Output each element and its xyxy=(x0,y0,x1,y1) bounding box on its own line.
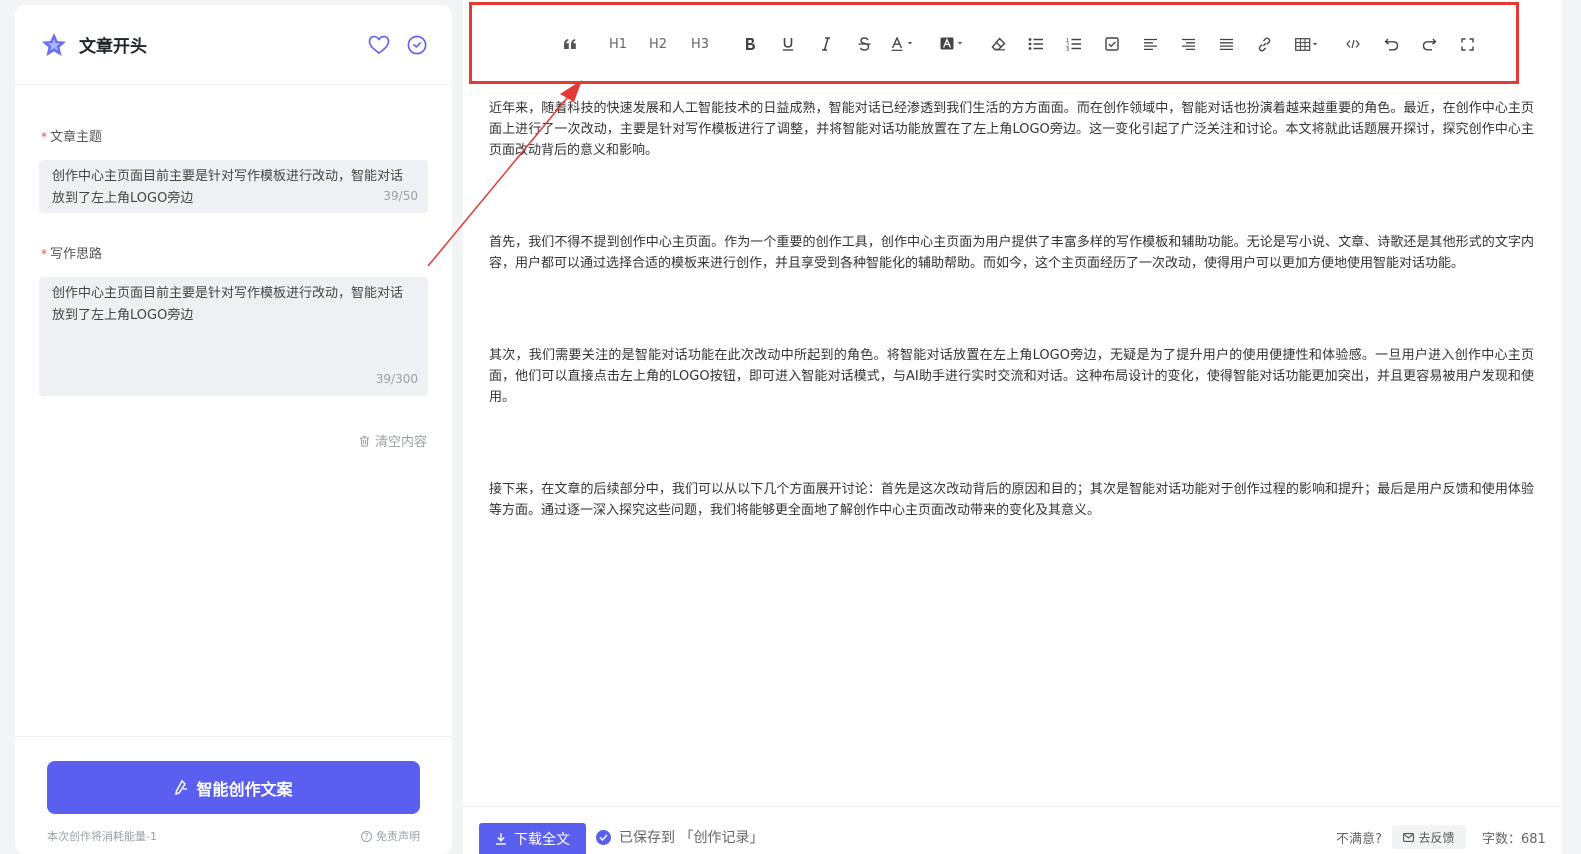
bullet-list-icon[interactable] xyxy=(1026,30,1046,58)
checkbox-icon[interactable] xyxy=(1102,30,1122,58)
italic-icon[interactable] xyxy=(816,30,836,58)
dissatisfied-label: 不满意? xyxy=(1336,832,1382,847)
question-icon: ? xyxy=(361,830,372,842)
link-icon[interactable] xyxy=(1254,30,1274,58)
disclaimer-label: 免责声明 xyxy=(376,830,420,843)
clear-content-button[interactable]: 清空内容 xyxy=(359,431,427,450)
mail-icon xyxy=(1403,832,1415,842)
generate-button[interactable]: 智能创作文案 xyxy=(47,761,420,814)
quote-icon[interactable] xyxy=(560,30,580,58)
clear-label: 清空内容 xyxy=(374,435,427,450)
paragraph: 其次，我们需要关注的是智能对话功能在此次改动中所起到的角色。将智能对话放置在左上… xyxy=(489,348,1534,405)
panel-header: 文章开头 xyxy=(15,5,452,85)
saved-status: 已保存到 「创作记录」 xyxy=(596,827,763,847)
background-color-icon[interactable] xyxy=(940,30,966,58)
divider xyxy=(15,736,452,737)
fullscreen-icon[interactable] xyxy=(1457,30,1477,58)
magic-pen-icon xyxy=(175,779,188,795)
paragraph: 首先，我们不得不提到创作中心主页面。作为一个重要的创作工具，创作中心主页面为用户… xyxy=(489,235,1534,271)
code-icon[interactable] xyxy=(1343,30,1363,58)
bold-icon[interactable] xyxy=(740,30,760,58)
align-right-icon[interactable] xyxy=(1178,30,1198,58)
idea-value: 创作中心主页面目前主要是针对写作模板进行改动，智能对话放到了左上角LOGO旁边 xyxy=(52,286,404,323)
h3-button[interactable]: H3 xyxy=(680,30,720,58)
h2-button[interactable]: H2 xyxy=(638,30,678,58)
topic-counter: 39/50 xyxy=(383,189,418,203)
justify-icon[interactable] xyxy=(1216,30,1236,58)
editor-toolbar: H1 H2 H3 123 xyxy=(560,30,1477,58)
table-icon[interactable] xyxy=(1294,30,1322,58)
editor-content[interactable]: 近年来，随着科技的快速发展和人工智能技术的日益成熟，智能对话已经渗透到我们生活的… xyxy=(489,98,1534,592)
divider xyxy=(463,806,1562,807)
download-button[interactable]: 下载全文 xyxy=(479,823,586,854)
eraser-icon[interactable] xyxy=(988,30,1008,58)
star-logo-icon xyxy=(39,30,69,60)
feedback-label: 去反馈 xyxy=(1418,830,1455,845)
check-icon xyxy=(596,829,611,845)
required-mark: * xyxy=(41,247,47,261)
underline-icon[interactable] xyxy=(778,30,798,58)
heart-icon[interactable] xyxy=(368,34,390,56)
download-label: 下载全文 xyxy=(514,831,570,848)
required-mark: * xyxy=(41,130,47,144)
topic-label-text: 文章主题 xyxy=(50,130,103,145)
idea-label: * 写作思路 xyxy=(41,243,102,262)
scrollbar[interactable] xyxy=(1562,0,1581,854)
idea-label-text: 写作思路 xyxy=(50,247,103,262)
topic-input[interactable]: 创作中心主页面目前主要是针对写作模板进行改动，智能对话放到了左上角LOGO旁边 … xyxy=(39,160,428,213)
generate-label: 智能创作文案 xyxy=(196,779,293,799)
font-color-icon[interactable] xyxy=(890,30,916,58)
feedback-button[interactable]: 去反馈 xyxy=(1392,825,1466,849)
paragraph: 近年来，随着科技的快速发展和人工智能技术的日益成熟，智能对话已经渗透到我们生活的… xyxy=(489,101,1534,158)
trash-icon xyxy=(359,435,369,447)
word-count: 字数：681 xyxy=(1482,832,1546,847)
disclaimer-link[interactable]: ? 免责声明 xyxy=(361,828,420,844)
download-icon xyxy=(496,833,506,845)
strikethrough-icon[interactable] xyxy=(854,30,874,58)
paragraph: 接下来，在文章的后续部分中，我们可以从以下几个方面展开讨论：首先是这次改动背后的… xyxy=(489,482,1534,518)
redo-icon[interactable] xyxy=(1419,30,1439,58)
topic-label: * 文章主题 xyxy=(41,126,102,145)
left-panel: 文章开头 * 文章主题 创作中心主页面目前主要是针对写作模板进行改动，智能对话放到… xyxy=(15,5,452,854)
undo-icon[interactable] xyxy=(1381,30,1401,58)
ordered-list-icon[interactable]: 123 xyxy=(1064,30,1084,58)
align-left-icon[interactable] xyxy=(1140,30,1160,58)
idea-textarea[interactable]: 创作中心主页面目前主要是针对写作模板进行改动，智能对话放到了左上角LOGO旁边 … xyxy=(39,277,428,396)
h1-button[interactable]: H1 xyxy=(598,30,638,58)
svg-text:3: 3 xyxy=(1066,47,1069,51)
check-circle-icon[interactable] xyxy=(406,34,428,56)
panel-title: 文章开头 xyxy=(79,37,147,57)
idea-counter: 39/300 xyxy=(375,372,418,386)
cost-note: 本次创作将消耗能量-1 xyxy=(47,830,157,843)
saved-label: 已保存到 「创作记录」 xyxy=(619,830,764,846)
topic-value: 创作中心主页面目前主要是针对写作模板进行改动，智能对话放到了左上角LOGO旁边 xyxy=(52,169,404,206)
